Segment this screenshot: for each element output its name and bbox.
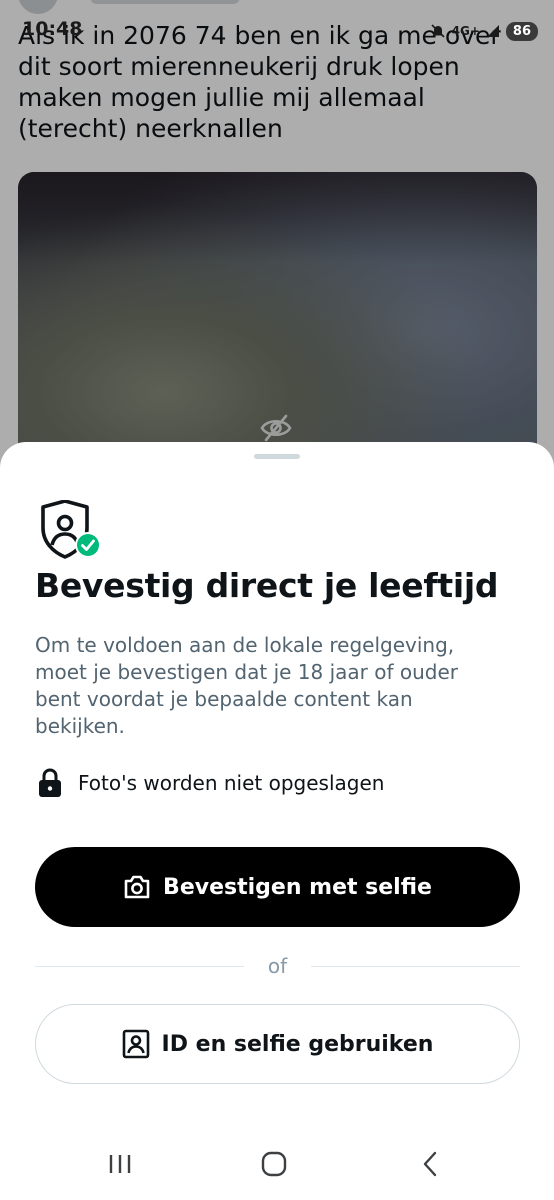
battery-level: 86 [505, 21, 538, 41]
network-type: 4G+ [451, 24, 480, 38]
id-and-selfie-button[interactable]: ID en selfie gebruiken [35, 1004, 520, 1084]
sheet-drag-handle[interactable] [254, 454, 300, 459]
status-bar: 10:48 4G+ 86 [0, 0, 554, 44]
status-time: 10:48 [22, 18, 83, 40]
divider-line-right [311, 965, 520, 967]
back-button[interactable] [408, 1146, 452, 1182]
privacy-note: Foto's worden niet opgeslagen [38, 768, 384, 798]
sheet-title: Bevestig direct je leeftijd [35, 566, 499, 605]
mute-icon [431, 24, 445, 38]
home-icon [261, 1151, 287, 1177]
recents-button[interactable] [98, 1146, 142, 1182]
privacy-note-text: Foto's worden niet opgeslagen [78, 771, 385, 795]
sheet-description: Om te voldoen aan de lokale regelgeving,… [35, 633, 459, 738]
home-button[interactable] [252, 1146, 296, 1182]
lock-icon [39, 768, 61, 797]
age-verification-sheet: Bevestig direct je leeftijd Om te voldoe… [0, 442, 554, 1200]
system-nav-bar [0, 1130, 554, 1200]
or-divider: of [35, 952, 520, 980]
or-text: of [267, 954, 288, 978]
signal-icon [486, 25, 499, 37]
id-and-selfie-label: ID en selfie gebruiken [161, 1031, 434, 1057]
recents-icon [109, 1155, 131, 1173]
shield-verified-icon [41, 500, 101, 559]
verify-selfie-label: Bevestigen met selfie [163, 874, 432, 900]
divider-line-left [35, 965, 244, 967]
verify-selfie-button[interactable]: Bevestigen met selfie [35, 847, 520, 927]
back-icon [423, 1151, 437, 1177]
camera-icon [124, 875, 150, 899]
status-icons: 4G+ 86 [430, 18, 538, 44]
id-card-icon [122, 1029, 149, 1059]
